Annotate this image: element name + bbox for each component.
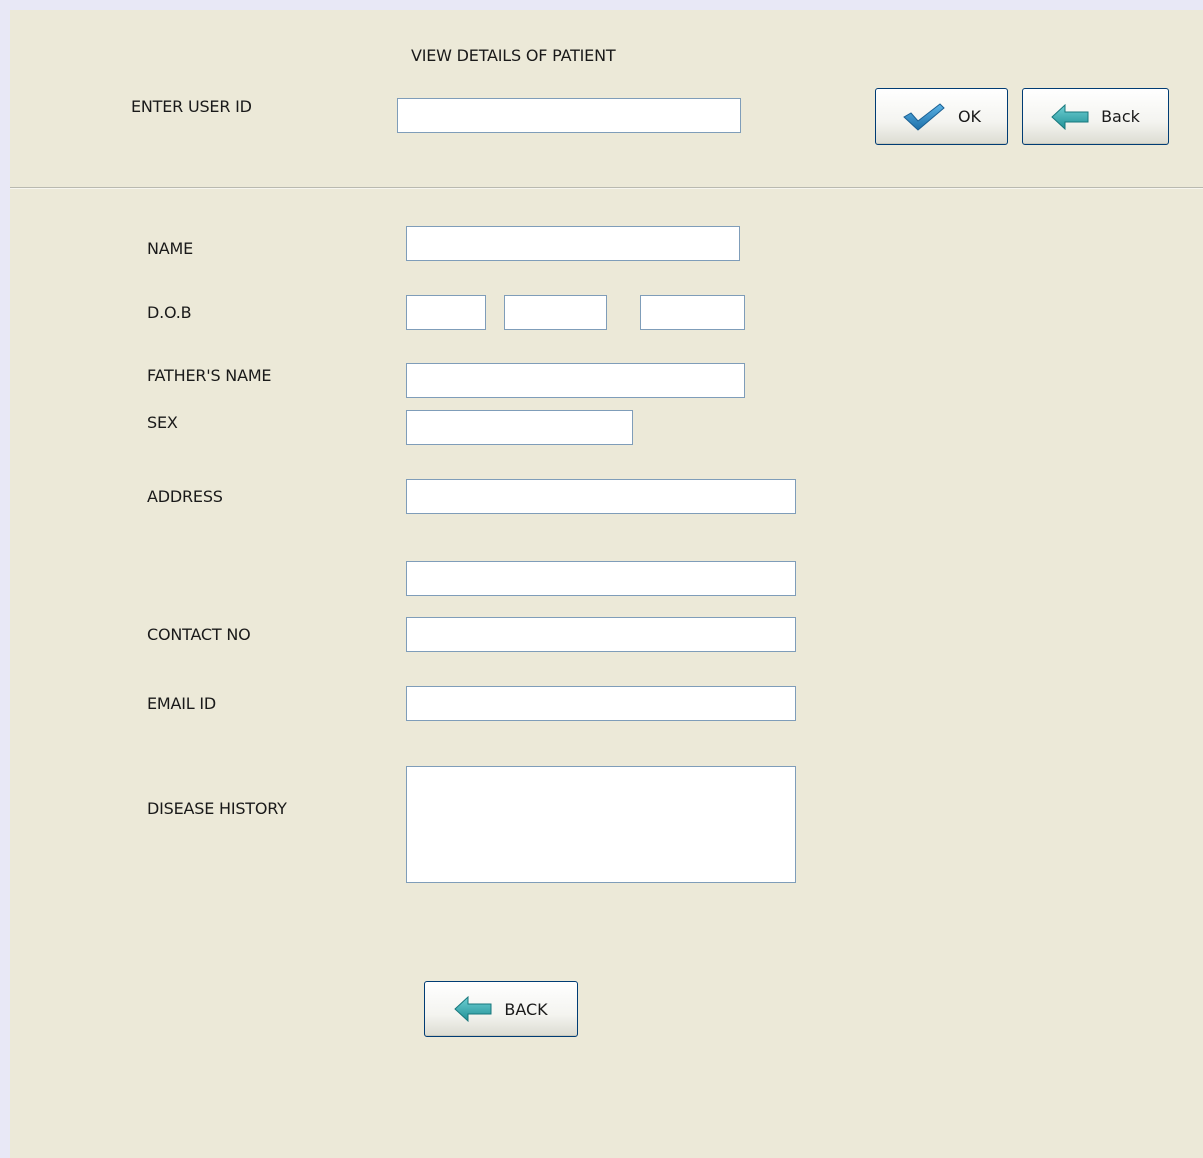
- arrow-left-icon: [454, 996, 492, 1022]
- back-button-bottom[interactable]: BACK: [424, 981, 578, 1037]
- email-input[interactable]: [406, 686, 796, 721]
- sex-input[interactable]: [406, 410, 633, 445]
- name-label: NAME: [147, 239, 194, 258]
- user-id-label: ENTER USER ID: [131, 97, 252, 116]
- user-id-input[interactable]: [397, 98, 741, 133]
- address-line1-input[interactable]: [406, 479, 796, 514]
- dob-month-input[interactable]: [504, 295, 607, 330]
- back-button-top-label: Back: [1101, 107, 1140, 126]
- contact-label: CONTACT NO: [147, 625, 251, 644]
- name-input[interactable]: [406, 226, 740, 261]
- contact-input[interactable]: [406, 617, 796, 652]
- ok-button[interactable]: OK: [875, 88, 1008, 145]
- header-divider: [10, 187, 1203, 189]
- dob-label: D.O.B: [147, 303, 192, 322]
- dob-year-input[interactable]: [640, 295, 745, 330]
- patient-details-window: VIEW DETAILS OF PATIENT ENTER USER ID OK: [10, 10, 1203, 1158]
- disease-history-textarea[interactable]: [406, 766, 796, 883]
- disease-history-label: DISEASE HISTORY: [147, 799, 287, 818]
- address-line2-input[interactable]: [406, 561, 796, 596]
- checkmark-icon: [902, 102, 946, 132]
- address-label: ADDRESS: [147, 487, 223, 506]
- back-button-top[interactable]: Back: [1022, 88, 1169, 145]
- dob-day-input[interactable]: [406, 295, 486, 330]
- ok-button-label: OK: [957, 107, 982, 126]
- father-name-input[interactable]: [406, 363, 745, 398]
- sex-label: SEX: [147, 413, 178, 432]
- back-button-bottom-label: BACK: [504, 999, 548, 1019]
- email-label: EMAIL ID: [147, 694, 217, 713]
- page-title: VIEW DETAILS OF PATIENT: [411, 46, 616, 65]
- father-name-label: FATHER'S NAME: [147, 366, 272, 385]
- arrow-left-icon: [1051, 103, 1089, 130]
